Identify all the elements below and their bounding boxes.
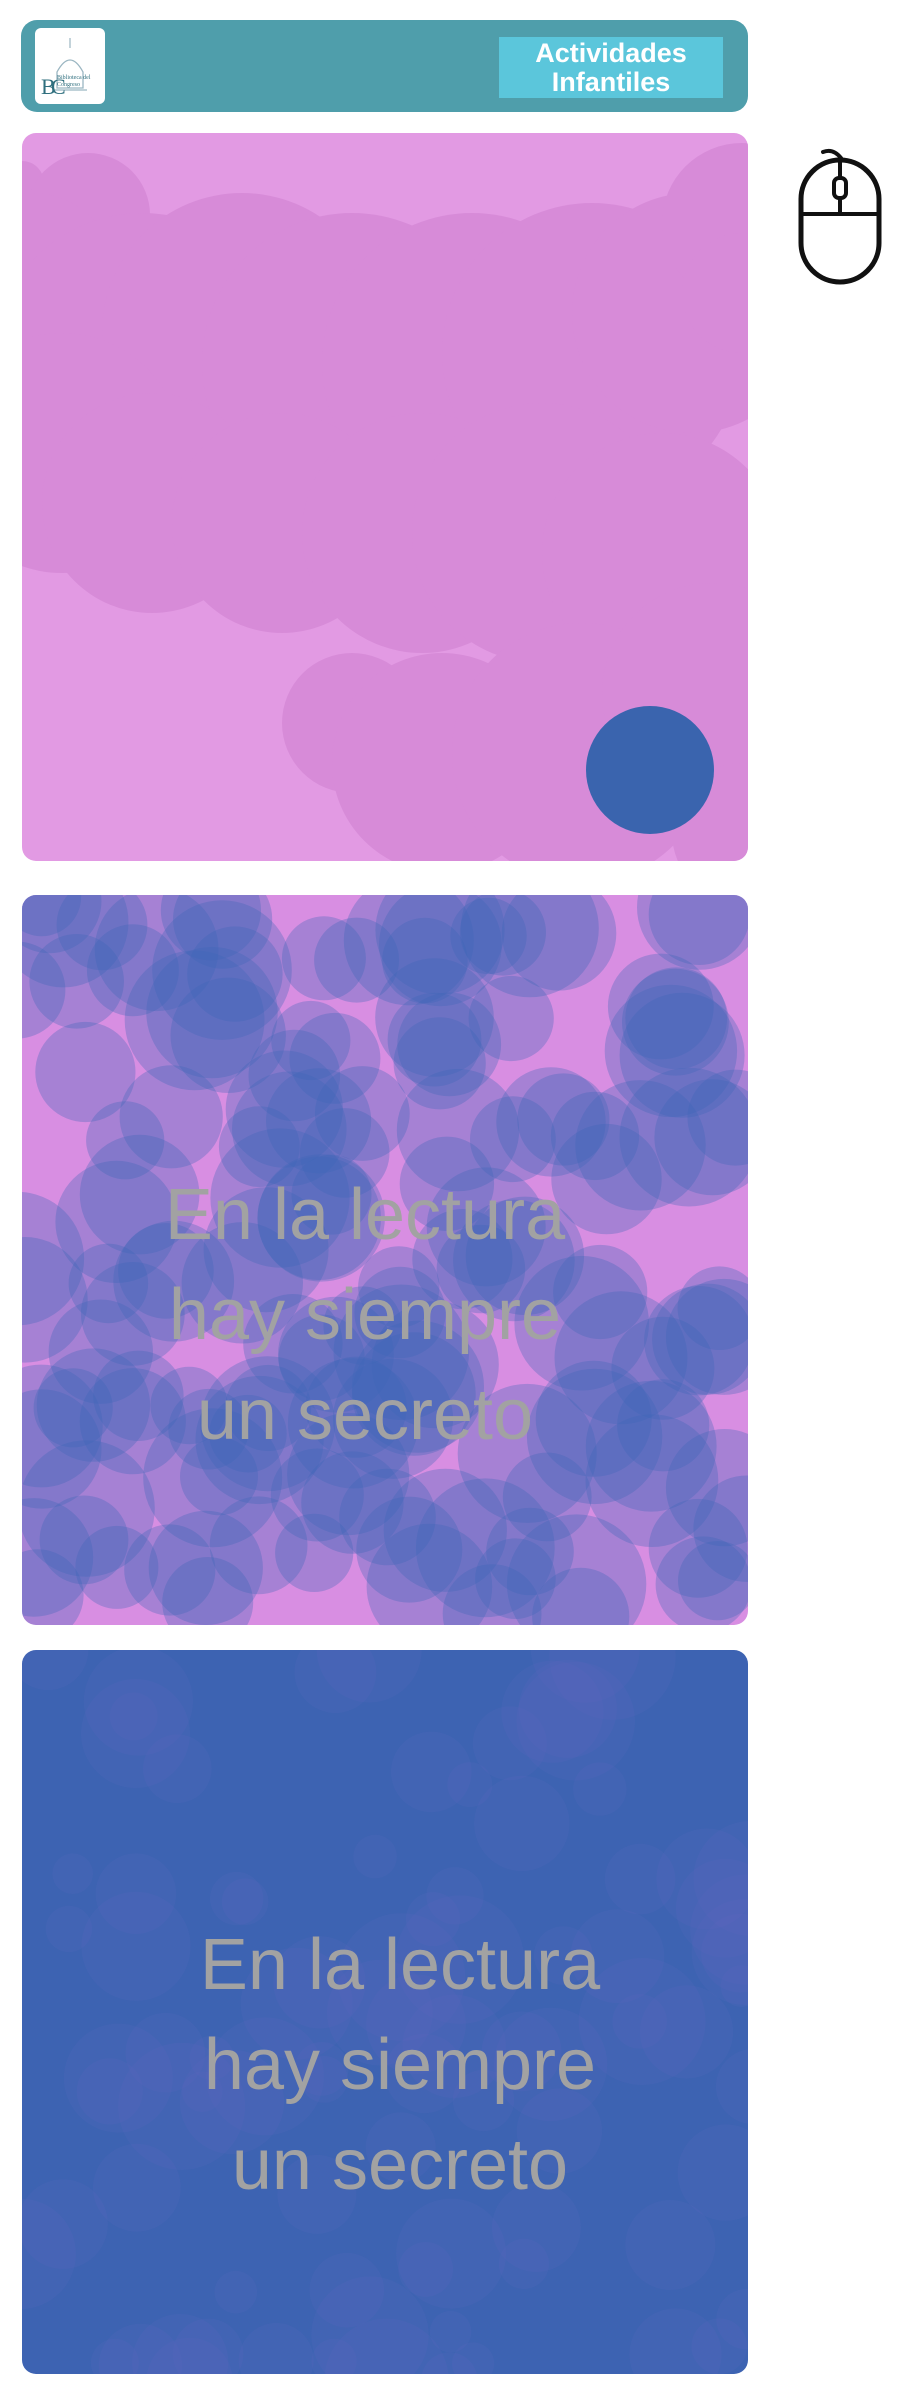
reading-quote: En la lectura hay siempre un secreto <box>199 1925 601 2205</box>
logo-text: Biblioteca del Congreso <box>57 75 91 88</box>
blob-drawing <box>22 143 748 861</box>
activities-button[interactable]: Actividades Infantiles <box>499 37 723 98</box>
library-logo[interactable]: B C Biblioteca del Congreso <box>35 28 105 104</box>
blue-canvas[interactable]: En la lectura hay siempre un secreto <box>22 1650 748 2374</box>
reading-quote: En la lectura hay siempre un secreto <box>164 1175 566 1455</box>
mouse-icon <box>798 148 882 285</box>
pink-blob-canvas[interactable] <box>22 133 748 861</box>
bubble-canvas[interactable]: En la lectura hay siempre un secreto <box>22 895 748 1625</box>
site-header: B C Biblioteca del Congreso Actividades … <box>21 20 748 112</box>
dome-icon: B C <box>41 38 87 99</box>
blue-dot <box>586 706 714 834</box>
